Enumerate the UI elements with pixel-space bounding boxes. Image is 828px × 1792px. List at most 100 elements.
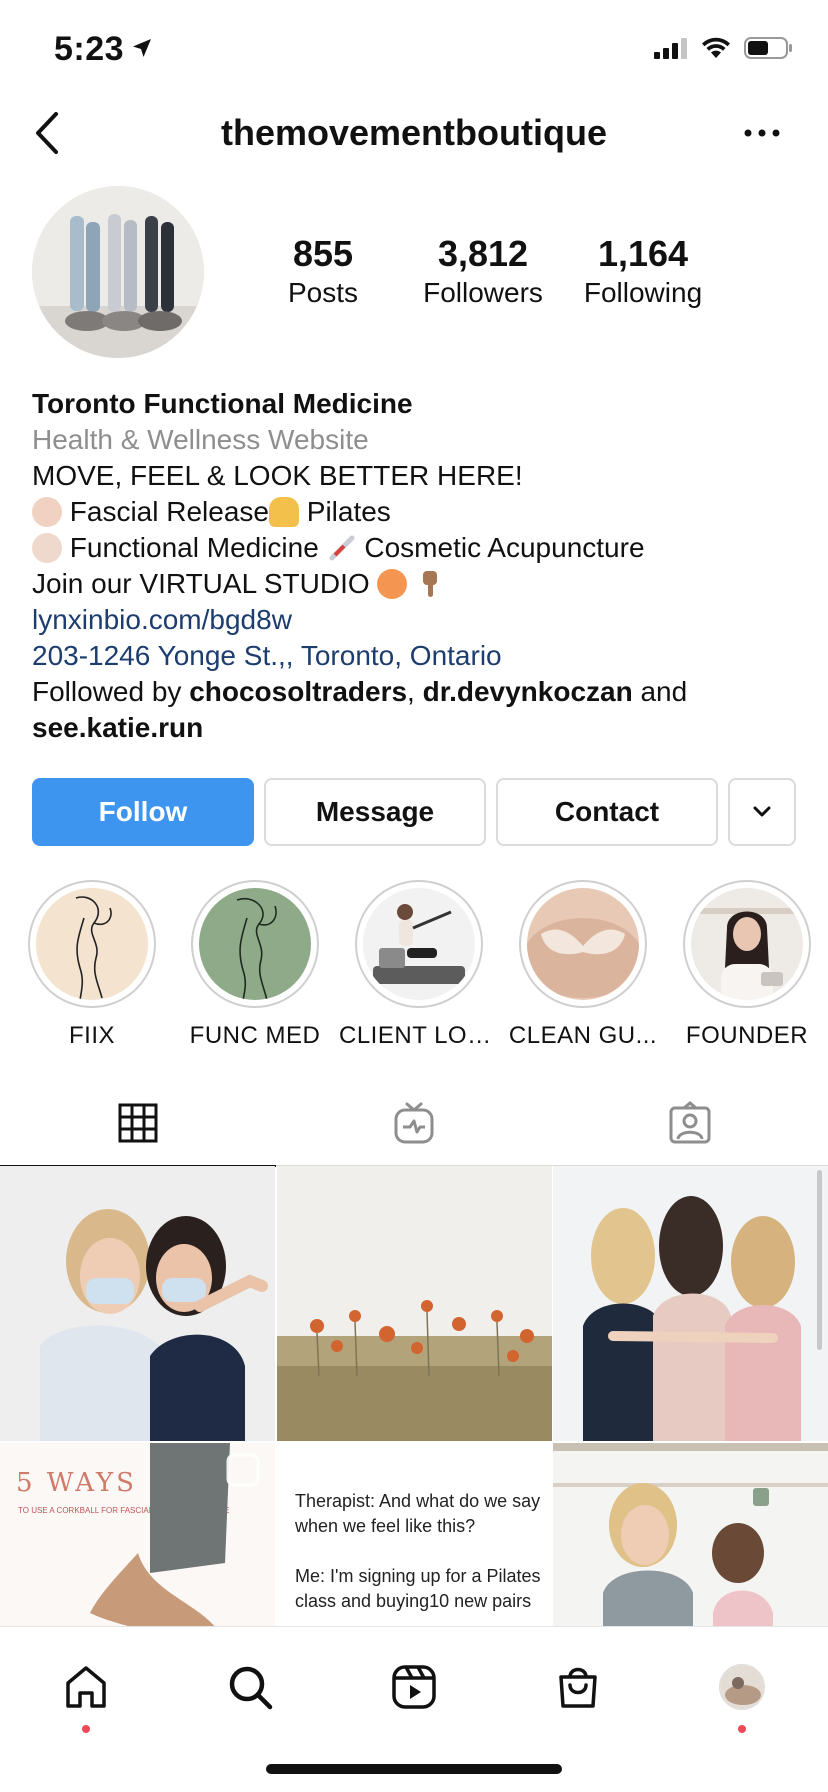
lingerie-photo bbox=[527, 888, 639, 1000]
highlight-label: FOUNDER bbox=[685, 1022, 809, 1049]
tab-profile[interactable] bbox=[702, 1647, 782, 1727]
highlight-func-med[interactable]: FUNC MED bbox=[175, 880, 335, 1050]
avatar-photo bbox=[32, 186, 204, 358]
highlight-founder[interactable]: FOUNDER bbox=[667, 880, 827, 1050]
post-photo bbox=[0, 1166, 275, 1441]
more-options-icon[interactable] bbox=[742, 116, 782, 150]
followed-by-and: and bbox=[640, 676, 688, 707]
bio-line-3: Functional Medicine Cosmetic Acupuncture bbox=[32, 530, 802, 566]
tab-search[interactable] bbox=[210, 1647, 290, 1727]
profile-display-name: Toronto Functional Medicine bbox=[32, 388, 413, 419]
highlight-cover bbox=[527, 888, 639, 1000]
tab-home[interactable] bbox=[46, 1647, 126, 1727]
highlight-cover bbox=[199, 888, 311, 1000]
peach-emoji-icon bbox=[377, 569, 408, 599]
message-button[interactable]: Message bbox=[264, 778, 486, 846]
stat-posts-count: 855 bbox=[292, 233, 354, 274]
profile-avatar[interactable] bbox=[32, 186, 204, 358]
stat-followers[interactable]: 3,812 Followers bbox=[398, 232, 568, 310]
highlight-client-love[interactable]: CLIENT LOVE bbox=[339, 880, 499, 1050]
health-worker-emoji-icon bbox=[32, 533, 62, 563]
face-massage-emoji-icon bbox=[32, 497, 62, 527]
stat-posts-label: Posts bbox=[287, 277, 359, 308]
line-art-figure-icon bbox=[199, 888, 311, 1000]
bio-line-2: Fascial Release Pilates bbox=[32, 494, 802, 530]
post-text: Therapist: And what do we say when we fe… bbox=[295, 1489, 545, 1614]
highlight-ring bbox=[683, 880, 811, 1008]
bio-line-4: Join our VIRTUAL STUDIO bbox=[32, 566, 802, 602]
post-thumbnail[interactable]: Therapist: And what do we say when we fe… bbox=[277, 1443, 552, 1626]
profile-category: Health & Wellness Website bbox=[32, 424, 369, 455]
chevron-down-icon bbox=[753, 806, 771, 817]
wifi-icon bbox=[702, 37, 730, 58]
post-title: 5 WAYS bbox=[16, 1468, 137, 1498]
stat-followers-count: 3,812 bbox=[437, 233, 529, 274]
status-time: 5:23 bbox=[54, 30, 125, 68]
highlight-fiix[interactable]: FIIX bbox=[12, 880, 172, 1050]
post-thumbnail[interactable]: 5 WAYS TO USE A CORKBALL FOR FASCIAL REL… bbox=[0, 1443, 275, 1626]
post-photo bbox=[553, 1443, 828, 1626]
stat-followers-label: Followers bbox=[423, 277, 543, 308]
highlight-label: FUNC MED bbox=[189, 1022, 321, 1049]
avatar-photo-small bbox=[720, 1665, 764, 1709]
highlight-ring bbox=[519, 880, 647, 1008]
stat-posts[interactable]: 855 Posts bbox=[238, 232, 408, 310]
grid-icon bbox=[118, 1103, 158, 1143]
shopping-bag-icon bbox=[559, 1667, 597, 1708]
profile-header-bar: themovementboutique bbox=[0, 90, 828, 176]
followed-by-user-1[interactable]: chocosoltraders bbox=[189, 676, 407, 707]
status-bar: 5:23 bbox=[0, 0, 828, 100]
post-thumbnail[interactable] bbox=[0, 1166, 275, 1441]
post-photo bbox=[277, 1166, 552, 1441]
profile-notification-dot bbox=[738, 1725, 746, 1733]
profile-stats: 855 Posts 3,812 Followers 1,164 Followin… bbox=[238, 232, 808, 312]
bio-fascial-release: Fascial Release bbox=[69, 496, 269, 527]
tab-igtv[interactable] bbox=[276, 1080, 552, 1166]
stat-following[interactable]: 1,164 Following bbox=[558, 232, 728, 310]
post-thumbnail[interactable] bbox=[277, 1166, 552, 1441]
battery-icon bbox=[744, 37, 792, 59]
status-icons bbox=[654, 36, 794, 60]
founder-photo bbox=[691, 888, 803, 1000]
scroll-indicator bbox=[817, 1170, 822, 1350]
contact-button[interactable]: Contact bbox=[496, 778, 718, 846]
line-art-figure-icon bbox=[36, 888, 148, 1000]
highlight-clean-gu[interactable]: CLEAN GU... bbox=[503, 880, 663, 1050]
bio-website-link[interactable]: lynxinbio.com/bgd8w bbox=[32, 602, 802, 638]
follow-button[interactable]: Follow bbox=[32, 778, 254, 846]
followed-by-line-2: see.katie.run bbox=[32, 710, 802, 746]
profile-actions: Follow Message Contact bbox=[32, 778, 796, 846]
profile-bio: Toronto Functional Medicine Health & Wel… bbox=[32, 386, 802, 746]
suggested-accounts-button[interactable] bbox=[728, 778, 796, 846]
tab-shop[interactable] bbox=[538, 1647, 618, 1727]
search-icon bbox=[229, 1666, 273, 1710]
home-icon bbox=[66, 1666, 106, 1708]
bio-functional-medicine: Functional Medicine bbox=[69, 532, 319, 563]
post-thumbnail[interactable] bbox=[553, 1166, 828, 1441]
bio-pilates: Pilates bbox=[306, 496, 391, 527]
location-arrow-icon bbox=[133, 39, 151, 57]
tab-reels[interactable] bbox=[374, 1647, 454, 1727]
cellular-signal-icon bbox=[654, 38, 687, 59]
followed-by-user-2[interactable]: dr.devynkoczan bbox=[423, 676, 633, 707]
highlight-ring bbox=[355, 880, 483, 1008]
profile-username: themovementboutique bbox=[220, 112, 607, 153]
stat-following-label: Following bbox=[583, 277, 703, 308]
followed-by[interactable]: Followed by chocosoltraders, dr.devynkoc… bbox=[32, 674, 802, 710]
followed-by-user-3[interactable]: see.katie.run bbox=[32, 712, 203, 743]
bio-address-link[interactable]: 203-1246 Yonge St.,, Toronto, Ontario bbox=[32, 638, 802, 674]
bio-virtual-studio: Join our VIRTUAL STUDIO bbox=[32, 568, 370, 599]
tab-tagged[interactable] bbox=[552, 1080, 828, 1166]
post-photo: 5 WAYS TO USE A CORKBALL FOR FASCIAL REL… bbox=[0, 1443, 275, 1626]
post-text-line-2: Me: I'm signing up for a Pilates class a… bbox=[295, 1566, 541, 1611]
highlight-cover bbox=[691, 888, 803, 1000]
posts-grid: 5 WAYS TO USE A CORKBALL FOR FASCIAL REL… bbox=[0, 1166, 828, 1626]
syringe-emoji-icon bbox=[329, 535, 355, 561]
pilates-photo bbox=[363, 888, 475, 1000]
igtv-icon bbox=[394, 1102, 434, 1144]
home-notification-dot bbox=[82, 1725, 90, 1733]
tab-grid[interactable] bbox=[0, 1080, 276, 1167]
post-thumbnail[interactable] bbox=[553, 1443, 828, 1626]
highlight-label: CLEAN GU... bbox=[508, 1022, 658, 1049]
pointing-down-emoji-icon bbox=[423, 571, 438, 597]
